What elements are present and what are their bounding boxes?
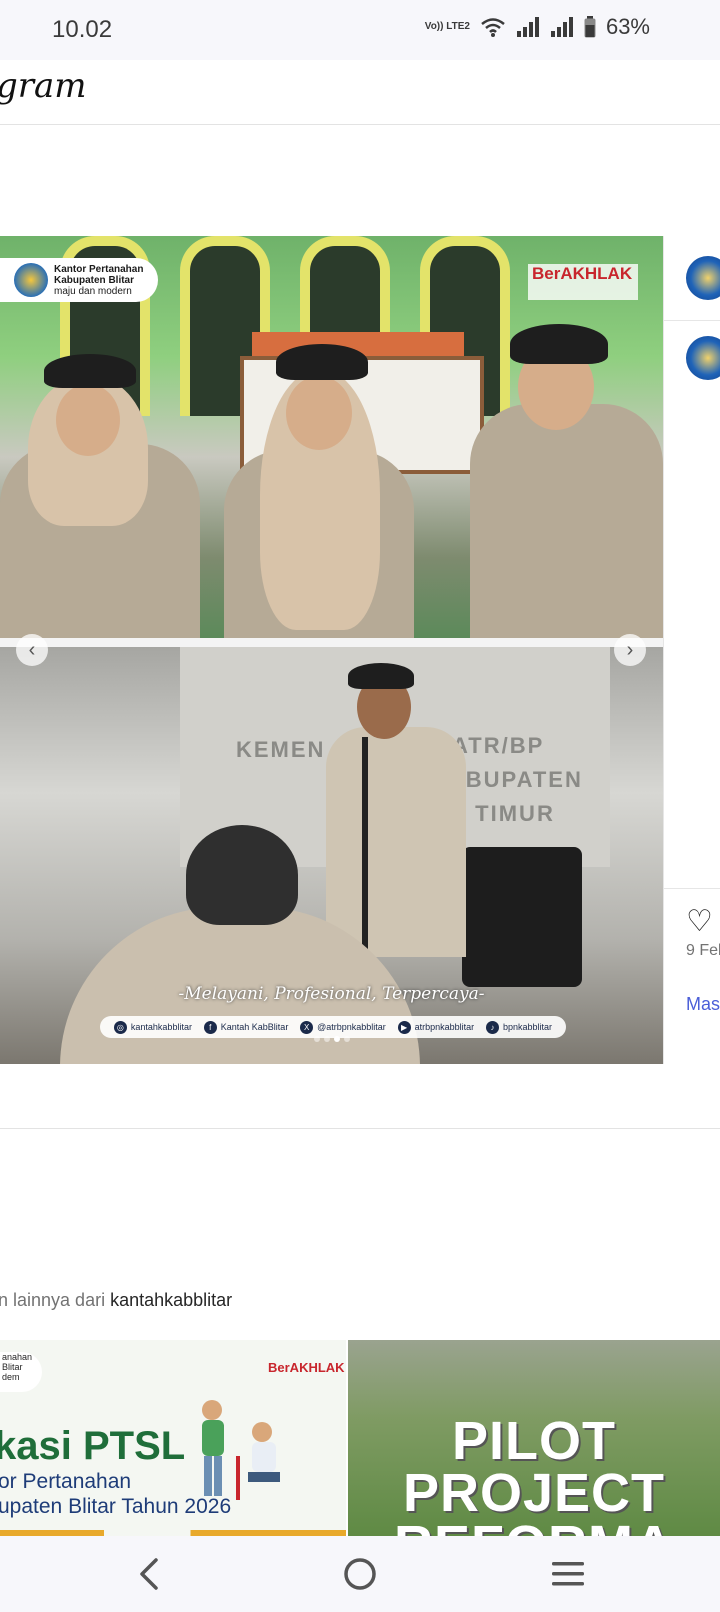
recents-button[interactable] bbox=[538, 1550, 598, 1598]
collage-divider bbox=[0, 638, 663, 647]
system-navigation-bar bbox=[0, 1536, 720, 1612]
post-date: 9 Feb bbox=[686, 942, 720, 959]
grid-post-title: kasi PTSL bbox=[0, 1424, 186, 1468]
grid-post-subtitle: or Pertanahan bbox=[0, 1470, 132, 1493]
avatar[interactable] bbox=[686, 336, 720, 380]
status-bar: 10.02 Vo)) LTE2 63% bbox=[0, 0, 720, 60]
wall-text: KEMEN bbox=[236, 737, 326, 762]
social-item: X @atrbpnkabblitar bbox=[300, 1020, 386, 1034]
more-link[interactable]: Mas bbox=[686, 994, 720, 1015]
carousel-dot bbox=[323, 1036, 330, 1042]
berakhlak-logo: BerAKHLAK bbox=[528, 264, 638, 300]
tiktok-icon: ♪ bbox=[485, 1020, 499, 1034]
like-heart-icon[interactable]: ♡ bbox=[686, 904, 713, 939]
post-tagline: -Melayani, Profesional, Terpercaya- bbox=[178, 984, 485, 1004]
officer-beret bbox=[276, 344, 368, 380]
grid-post-subtitle: upaten Blitar Tahun 2026 bbox=[0, 1495, 232, 1518]
social-label: kantahkabblitar bbox=[130, 1022, 192, 1032]
carousel-prev-button[interactable]: ‹ bbox=[16, 634, 48, 666]
carousel-next-button[interactable]: › bbox=[614, 634, 646, 666]
instagram-icon: ◎ bbox=[113, 1020, 127, 1034]
divider bbox=[664, 320, 720, 321]
social-handles: ◎ kantahkabblitar f Kantah KabBlitar X @… bbox=[100, 1016, 566, 1038]
social-item: f Kantah KabBlitar bbox=[203, 1020, 289, 1034]
surveyor-illustration bbox=[202, 1400, 280, 1500]
signal-icon-2 bbox=[550, 17, 573, 37]
grid-post-ptsl[interactable]: anahan Blitar dem BerAKHLAK kasi PTSL or P… bbox=[0, 1340, 346, 1536]
officer-face bbox=[56, 384, 120, 456]
officer-beret bbox=[44, 354, 136, 388]
status-icons: Vo)) LTE2 63% bbox=[425, 14, 650, 40]
social-label: @atrbpnkabblitar bbox=[317, 1022, 386, 1032]
avatar[interactable] bbox=[686, 256, 720, 300]
microphone-stand bbox=[362, 737, 368, 967]
social-item: ◎ kantahkabblitar bbox=[113, 1020, 192, 1034]
wall-text: ATR/BP bbox=[452, 733, 545, 758]
officer-beret bbox=[510, 324, 608, 364]
badge-title: Kantor Pertanahan bbox=[54, 263, 144, 275]
office-badge: Kantor Pertanahan Kabupaten Blitar maju … bbox=[0, 258, 158, 302]
speaker-figure bbox=[326, 727, 466, 957]
grid-post-title-line: PILOT bbox=[452, 1411, 616, 1471]
officer-figure bbox=[470, 404, 663, 638]
facebook-icon: f bbox=[203, 1020, 217, 1034]
grid-post-pilot-project[interactable]: PILOT PROJECT REFORMA bbox=[348, 1340, 720, 1536]
wifi-icon bbox=[481, 18, 505, 37]
app-header: gram bbox=[0, 60, 720, 125]
more-posts-prefix: n lainnya dari bbox=[0, 1290, 111, 1310]
volte-icon: Vo)) LTE2 bbox=[424, 21, 470, 32]
carousel-dots bbox=[0, 1036, 663, 1042]
signal-icon-1 bbox=[516, 17, 539, 37]
carousel-dot bbox=[333, 1036, 340, 1042]
social-label: bpnkabblitar bbox=[502, 1022, 553, 1032]
social-item: ♪ bpnkabblitar bbox=[485, 1020, 553, 1034]
office-chair bbox=[462, 847, 582, 987]
home-icon bbox=[344, 1558, 376, 1590]
social-item: ▶ atrbpnkabblitar bbox=[397, 1020, 475, 1034]
back-button[interactable] bbox=[120, 1550, 180, 1598]
instagram-logo[interactable]: gram bbox=[0, 66, 87, 106]
berakhlak-logo: BerAKHLAK bbox=[268, 1360, 345, 1375]
social-label: atrbpnkabblitar bbox=[414, 1022, 475, 1032]
foreground-officer-beret bbox=[186, 825, 298, 925]
photo-officers-standing: Kantor Pertanahan Kabupaten Blitar maju … bbox=[0, 236, 663, 638]
recents-icon bbox=[552, 1562, 584, 1586]
battery-percentage: 63% bbox=[605, 14, 650, 39]
divider bbox=[664, 888, 720, 889]
carousel-dot bbox=[313, 1036, 320, 1042]
post-side-panel: ♡ 9 Feb Mas bbox=[663, 236, 720, 1064]
badge-motto: maju dan modern bbox=[54, 285, 132, 297]
more-posts-heading: n lainnya dari kantahkabblitar bbox=[0, 1290, 232, 1311]
grid-post-title-line: REFORMA bbox=[348, 1518, 720, 1536]
office-badge-text: Kantor Pertanahan Kabupaten Blitar maju … bbox=[54, 264, 143, 297]
agency-seal-icon bbox=[14, 263, 48, 297]
home-button[interactable] bbox=[330, 1550, 390, 1598]
back-icon bbox=[140, 1558, 158, 1590]
speaker-beret bbox=[348, 663, 414, 689]
social-label: Kantah KabBlitar bbox=[220, 1022, 289, 1032]
battery-icon bbox=[584, 16, 596, 38]
chevron-left-icon: ‹ bbox=[28, 638, 36, 661]
grid-post-title-line: PROJECT bbox=[402, 1463, 666, 1523]
more-posts-username[interactable]: kantahkabblitar bbox=[110, 1290, 232, 1310]
chevron-right-icon: › bbox=[626, 638, 634, 661]
x-icon: X bbox=[300, 1020, 314, 1034]
officer-face bbox=[286, 376, 352, 450]
berakhlak-title: BerAKHLAK bbox=[532, 264, 633, 283]
carousel-dot bbox=[343, 1036, 350, 1042]
post: Kantor Pertanahan Kabupaten Blitar maju … bbox=[0, 236, 720, 1064]
badge-subtitle: Kabupaten Blitar bbox=[54, 274, 135, 286]
section-divider bbox=[0, 1128, 720, 1129]
office-badge: anahan Blitar dem bbox=[0, 1352, 42, 1392]
status-time: 10.02 bbox=[52, 16, 113, 43]
post-media-carousel[interactable]: Kantor Pertanahan Kabupaten Blitar maju … bbox=[0, 236, 663, 1064]
youtube-icon: ▶ bbox=[397, 1020, 411, 1034]
